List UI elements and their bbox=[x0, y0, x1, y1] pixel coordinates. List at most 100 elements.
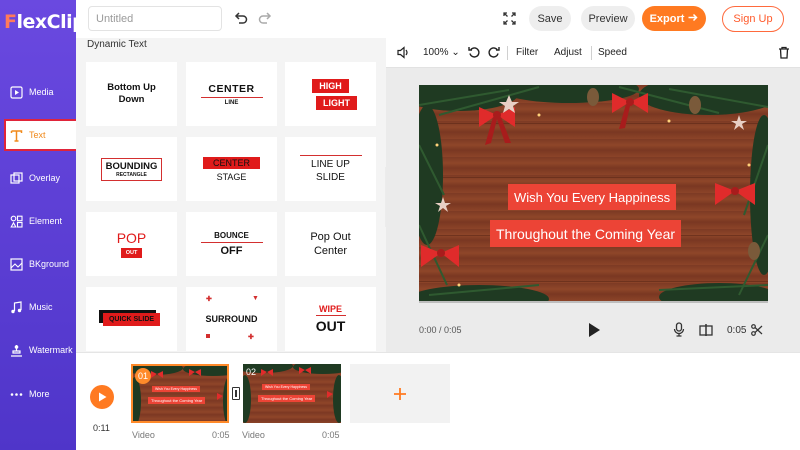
video-canvas[interactable]: Wish You Every Happiness Throughout the … bbox=[419, 85, 768, 301]
text-template-quick-slide[interactable]: QUICK SLIDE bbox=[86, 287, 177, 351]
clip-duration: 0:05 bbox=[727, 325, 747, 336]
trash-icon[interactable] bbox=[778, 46, 790, 62]
split-icon[interactable] bbox=[699, 323, 713, 342]
card-text: RECTANGLE bbox=[116, 171, 147, 178]
timeline-bar: 0:11 01 Wish You Every Happiness Through… bbox=[76, 352, 800, 450]
preview-button[interactable]: Preview bbox=[581, 6, 635, 31]
clip-caption-1: Wish You Every Happiness bbox=[152, 386, 201, 392]
arrow-right-icon bbox=[688, 13, 698, 25]
timeline-clip-2[interactable]: 02 Wish You Every Happiness Throughout t… bbox=[243, 364, 341, 423]
clip-caption-2: Throughout the Coming Year bbox=[258, 395, 316, 402]
card-text: Center bbox=[313, 245, 348, 257]
sidebar-item-more[interactable]: More bbox=[0, 378, 76, 410]
card-text: CENTER bbox=[208, 82, 255, 95]
playback-progress-track[interactable] bbox=[419, 301, 768, 303]
music-icon bbox=[9, 300, 23, 314]
timeline-play-button[interactable] bbox=[90, 385, 114, 409]
sign-up-button[interactable]: Sign Up bbox=[722, 6, 784, 32]
overlay-icon bbox=[9, 171, 23, 185]
text-template-pop-out-center[interactable]: Pop Out Center bbox=[285, 212, 376, 276]
play-icon bbox=[98, 392, 106, 402]
media-icon bbox=[9, 85, 23, 99]
export-button[interactable]: Export bbox=[642, 6, 706, 31]
card-text: OFF bbox=[220, 245, 243, 257]
zoom-select[interactable]: 100% ⌄ bbox=[423, 47, 460, 58]
zoom-value: 100% bbox=[423, 47, 449, 58]
sidebar-item-music[interactable]: Music bbox=[0, 291, 76, 323]
top-bar: Save Preview Export Sign Up bbox=[76, 0, 800, 38]
clip-caption-2: Throughout the Coming Year bbox=[148, 397, 206, 404]
card-text: CENTER bbox=[202, 156, 260, 169]
project-title-input[interactable] bbox=[88, 6, 222, 31]
card-text: POP bbox=[116, 230, 147, 246]
redo-icon[interactable] bbox=[257, 10, 273, 31]
card-text: BOUNDING bbox=[105, 160, 158, 172]
text-template-pop-out[interactable]: POP OUT bbox=[86, 212, 177, 276]
microphone-icon[interactable] bbox=[673, 322, 685, 342]
flexclip-logo[interactable]: FlexClip bbox=[4, 11, 86, 33]
text-template-center-stage[interactable]: CENTER STAGE bbox=[186, 137, 277, 201]
caption-line-2[interactable]: Throughout the Coming Year bbox=[490, 220, 682, 247]
play-icon[interactable] bbox=[587, 322, 601, 343]
sidebar-item-overlay[interactable]: Overlay bbox=[0, 162, 76, 194]
volume-icon[interactable] bbox=[397, 46, 411, 62]
text-template-surround[interactable]: ✚ ▼ SURROUND ✚ bbox=[186, 287, 277, 351]
card-divider bbox=[200, 242, 263, 243]
plus-decoration-icon: ✚ bbox=[206, 296, 212, 303]
preview-area: 100% ⌄ Filter Adjust Speed Wish You Ever… bbox=[386, 38, 800, 352]
sidebar: FlexClip Media Text Overlay Element BKgr… bbox=[0, 0, 86, 450]
clip-type-label: Video bbox=[132, 430, 155, 440]
dynamic-text-panel: Dynamic Text Bottom Up Down CENTER LINE … bbox=[76, 38, 386, 352]
sidebar-item-label: Watermark bbox=[29, 345, 73, 355]
watermark-icon bbox=[9, 343, 23, 357]
rotate-right-icon[interactable] bbox=[487, 46, 500, 62]
total-duration: 0:11 bbox=[93, 423, 110, 433]
text-template-bounding-rectangle[interactable]: BOUNDING RECTANGLE bbox=[86, 137, 177, 201]
text-template-center-line[interactable]: CENTER LINE bbox=[186, 62, 277, 126]
card-text: HIGH bbox=[312, 78, 349, 93]
rotate-left-icon[interactable] bbox=[468, 46, 481, 62]
card-text: SLIDE bbox=[316, 171, 345, 183]
undo-icon[interactable] bbox=[233, 10, 249, 31]
sidebar-item-bkground[interactable]: BKground bbox=[0, 248, 76, 280]
adjust-button[interactable]: Adjust bbox=[554, 47, 582, 58]
filter-button[interactable]: Filter bbox=[516, 47, 538, 58]
fullscreen-icon[interactable] bbox=[503, 12, 516, 30]
preview-toolbar: 100% ⌄ Filter Adjust Speed bbox=[386, 38, 800, 68]
speed-button[interactable]: Speed bbox=[598, 47, 627, 58]
card-text: LIGHT bbox=[316, 95, 357, 110]
card-text: LINE UP bbox=[311, 158, 350, 170]
sidebar-item-label: Music bbox=[29, 302, 53, 312]
sidebar-item-label: BKground bbox=[29, 259, 70, 269]
card-divider bbox=[200, 96, 263, 98]
sidebar-item-watermark[interactable]: Watermark bbox=[0, 334, 76, 366]
triangle-decoration-icon: ▼ bbox=[252, 295, 259, 302]
text-template-bounce-off[interactable]: BOUNCE OFF bbox=[186, 212, 277, 276]
sidebar-item-media[interactable]: Media bbox=[0, 76, 76, 108]
card-text: BOUNCE bbox=[214, 231, 249, 240]
card-text: LINE bbox=[224, 99, 239, 106]
caption-line-1[interactable]: Wish You Every Happiness bbox=[508, 184, 677, 210]
timeline-clip-1[interactable]: 01 Wish You Every Happiness Throughout t… bbox=[131, 364, 229, 423]
card-text: WIPE bbox=[318, 304, 342, 314]
text-template-wipe-out[interactable]: WIPE OUT bbox=[285, 287, 376, 351]
save-button[interactable]: Save bbox=[529, 6, 571, 31]
clip-caption-1: Wish You Every Happiness bbox=[262, 384, 311, 390]
transition-handle[interactable] bbox=[232, 387, 240, 400]
card-text: OUT bbox=[315, 318, 346, 334]
sidebar-item-element[interactable]: Element bbox=[0, 205, 76, 237]
clip-thumbnail-decoration bbox=[243, 364, 341, 423]
add-clip-button[interactable] bbox=[350, 364, 450, 423]
card-text: Bottom Up bbox=[107, 82, 156, 93]
scissors-icon[interactable] bbox=[751, 323, 763, 341]
sidebar-item-label: Element bbox=[29, 216, 63, 226]
clip-number-badge: 01 bbox=[135, 368, 151, 384]
card-text: OUT bbox=[120, 248, 143, 258]
card-frame: BOUNDING RECTANGLE bbox=[100, 157, 163, 181]
card-text: Down bbox=[118, 94, 145, 105]
text-template-bottom-up-down[interactable]: Bottom Up Down bbox=[86, 62, 177, 126]
clip-type-label: Video bbox=[242, 430, 265, 440]
sidebar-item-text[interactable]: Text bbox=[4, 119, 78, 151]
text-template-line-up-slide[interactable]: LINE UP SLIDE bbox=[285, 137, 376, 201]
text-template-highlight[interactable]: HIGH LIGHT bbox=[285, 62, 376, 126]
